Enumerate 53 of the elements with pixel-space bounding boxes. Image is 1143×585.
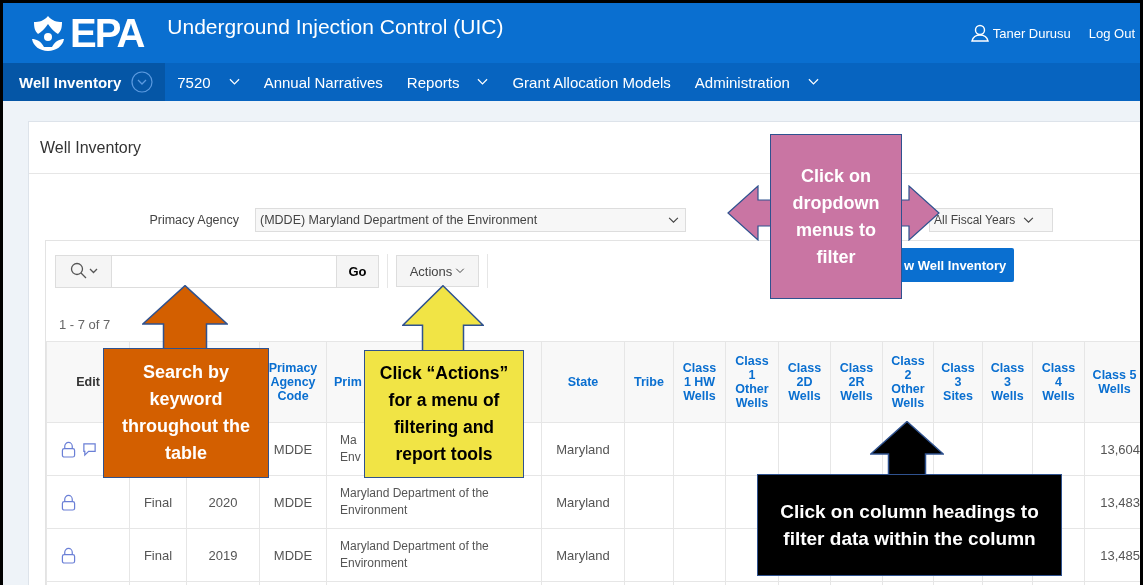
logout-link[interactable]: Log Out bbox=[1088, 25, 1135, 41]
app-title: Underground Injection Control (UIC) bbox=[167, 15, 504, 39]
user-link[interactable]: Taner Durusu bbox=[992, 25, 1071, 41]
table-cell: 13,485 bbox=[1100, 547, 1140, 563]
nav-item[interactable]: Annual Narratives bbox=[251, 63, 395, 101]
table-cell: 13,483 bbox=[1100, 494, 1140, 510]
comment-icon[interactable] bbox=[82, 441, 97, 457]
table-cell: Maryland bbox=[556, 494, 610, 510]
card-title: Well Inventory bbox=[40, 138, 142, 157]
search-menu-button[interactable] bbox=[55, 254, 112, 288]
caret-icon[interactable] bbox=[668, 216, 679, 224]
search-icon[interactable] bbox=[69, 262, 98, 280]
new-well-inventory-button[interactable]: w Well Inventory bbox=[901, 248, 1014, 282]
fiscal-year-select[interactable]: All Fiscal Years bbox=[929, 208, 1053, 232]
nav-item[interactable]: Administration bbox=[682, 63, 831, 101]
table-cell: Final bbox=[143, 494, 173, 510]
table-cell: Maryland bbox=[556, 441, 610, 457]
table-cell-text: Maryland Department of the Environment bbox=[340, 538, 490, 572]
nav-item[interactable]: 7520 bbox=[165, 63, 252, 101]
caret-icon[interactable] bbox=[1023, 216, 1035, 224]
nav-item[interactable]: Well Inventory bbox=[3, 63, 166, 101]
table-cell: 2020 bbox=[208, 494, 238, 510]
table-cell: Ma Env bbox=[340, 432, 361, 466]
table-cell-text: Maryland Department of the Environment bbox=[340, 485, 490, 519]
lock-icon[interactable] bbox=[61, 440, 76, 458]
field-label: Primacy Agency bbox=[148, 213, 239, 227]
table-cell: 13,604 bbox=[1100, 441, 1140, 457]
callout-box: Click on column headings to filter data within the column bbox=[757, 474, 1062, 576]
nav-item[interactable]: Reports bbox=[394, 63, 501, 101]
agency-select[interactable]: (MDDE) Maryland Department of the Environment bbox=[255, 208, 686, 232]
go-button[interactable]: Go bbox=[337, 254, 379, 288]
pagination-text: 1 - 7 of 7 bbox=[59, 317, 112, 334]
lock-icon[interactable] bbox=[61, 493, 76, 511]
logo-text: EPA bbox=[70, 10, 144, 56]
table-cell: MDDE bbox=[273, 441, 313, 457]
actions-button[interactable]: Actions bbox=[396, 255, 479, 287]
table-cell: MDDE bbox=[273, 547, 313, 563]
search-field[interactable] bbox=[112, 254, 337, 288]
callout-box: Click on dropdown menus to filter bbox=[770, 134, 902, 299]
table-cell: Final bbox=[143, 547, 173, 563]
table-cell: Maryland bbox=[556, 547, 610, 563]
callout-box: Search by keyword throughout the table bbox=[103, 348, 269, 478]
table-cell: MDDE bbox=[273, 494, 313, 510]
chevron-circle-icon[interactable] bbox=[131, 71, 154, 93]
callout-box: Click “Actions” for a menu of filtering and report tools bbox=[364, 350, 524, 478]
user-icon bbox=[970, 24, 989, 42]
table-cell: 2019 bbox=[208, 547, 238, 563]
column-header[interactable]: Tribe bbox=[634, 375, 664, 389]
column-header: Edit bbox=[76, 375, 100, 389]
column-header[interactable]: Prim bbox=[334, 375, 362, 389]
nav-item[interactable]: Grant Allocation Models bbox=[500, 63, 683, 101]
lock-icon[interactable] bbox=[61, 546, 76, 564]
column-header[interactable]: State bbox=[567, 375, 599, 389]
